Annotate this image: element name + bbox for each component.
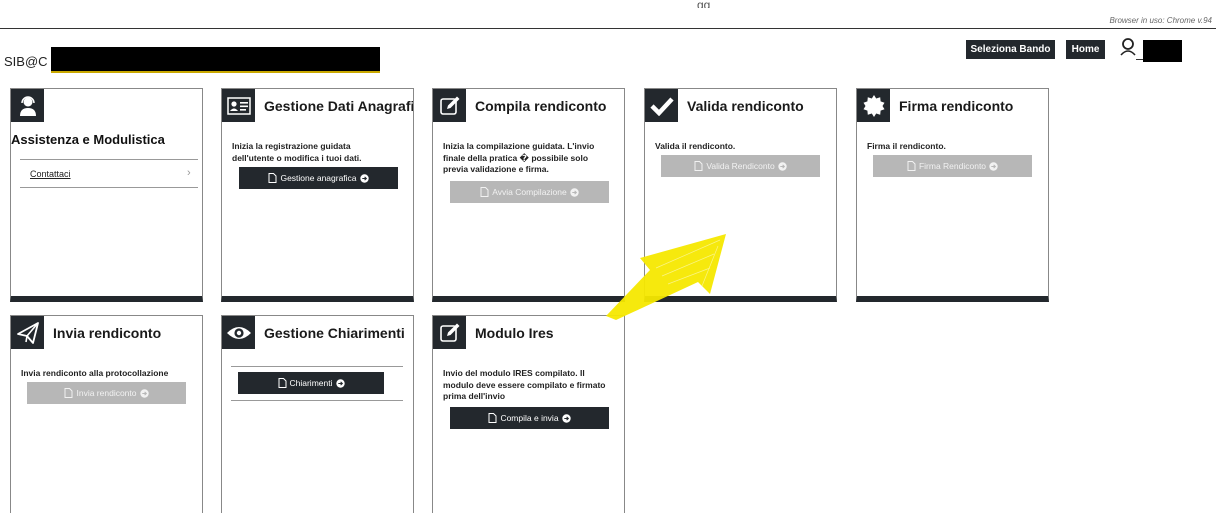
card-title: Assistenza e Modulistica xyxy=(11,132,165,147)
chevron-right-icon[interactable]: › xyxy=(187,167,191,179)
card-modulo-ires: Modulo Ires Invio del modulo IRES compil… xyxy=(432,315,625,513)
file-icon xyxy=(907,161,916,171)
edit-icon xyxy=(433,316,466,349)
card-description: Valida il rendiconto. xyxy=(655,141,735,153)
checkmark-icon xyxy=(645,89,678,122)
card-description: Inizia la registrazione guidata dell'ute… xyxy=(232,141,362,164)
arrow-circle-right-icon xyxy=(561,413,571,423)
desc-line: finale della pratica � possibile solo xyxy=(443,152,589,163)
card-firma-rendiconto: Firma rendiconto Firma il rendiconto. Fi… xyxy=(856,88,1049,302)
avvia-compilazione-button[interactable]: Avvia Compilazione xyxy=(450,181,609,203)
card-invia-rendiconto: Invia rendiconto Invia rendiconto alla p… xyxy=(10,315,203,513)
file-icon xyxy=(694,161,703,171)
support-agent-icon xyxy=(11,89,44,122)
divider xyxy=(231,366,403,367)
desc-line: Invia rendiconto alla protocollazione xyxy=(21,368,169,378)
desc-line: Inizia la registrazione guidata xyxy=(232,141,351,151)
arrow-circle-right-icon xyxy=(359,173,369,183)
card-title: Gestione Dati Anagrafici xyxy=(264,98,414,114)
button-label: Valida Rendiconto xyxy=(706,161,775,171)
arrow-circle-right-icon xyxy=(335,378,345,388)
button-label: Gestione anagrafica xyxy=(280,173,357,183)
gestione-anagrafica-button[interactable]: Gestione anagrafica xyxy=(239,167,398,189)
card-description: Invia rendiconto alla protocollazione xyxy=(21,368,168,380)
file-icon xyxy=(278,378,286,388)
desc-line: modulo deve essere compilato e firmato xyxy=(443,379,606,390)
user-icon[interactable] xyxy=(1120,38,1136,56)
desc-line: Firma il rendiconto. xyxy=(867,141,946,151)
header-divider xyxy=(0,28,1216,29)
button-label: Invia rendiconto xyxy=(76,388,137,398)
card-title: Compila rendiconto xyxy=(475,98,607,114)
id-card-icon xyxy=(222,89,255,122)
card-assistenza: Assistenza e Modulistica Contattaci › xyxy=(10,88,203,302)
desc-line: Invio del modulo IRES compilato. Il xyxy=(443,368,585,378)
redacted-username[interactable] xyxy=(1143,40,1182,62)
file-icon xyxy=(64,388,73,398)
card-description: Invio del modulo IRES compilato. Il modu… xyxy=(443,368,606,403)
card-description: Inizia la compilazione guidata. L'invio … xyxy=(443,141,594,176)
browser-info: Browser in uso: Chrome v.94 xyxy=(1109,16,1212,25)
card-compila-rendiconto: Compila rendiconto Inizia la compilazion… xyxy=(432,88,625,302)
valida-rendiconto-button[interactable]: Valida Rendiconto xyxy=(661,155,820,177)
redacted-brand-subtitle xyxy=(51,47,380,73)
divider xyxy=(231,400,403,401)
firma-rendiconto-button[interactable]: Firma Rendiconto xyxy=(873,155,1032,177)
arrow-circle-right-icon xyxy=(777,161,787,171)
desc-line: previa validazione e firma. xyxy=(443,164,549,174)
paper-plane-icon xyxy=(11,316,44,349)
seal-icon xyxy=(857,89,890,122)
edit-icon xyxy=(433,89,466,122)
card-title: Valida rendiconto xyxy=(687,98,804,114)
card-title: Gestione Chiarimenti xyxy=(264,325,405,341)
seleziona-bando-button[interactable]: Seleziona Bando xyxy=(966,40,1055,59)
button-label: Firma Rendiconto xyxy=(918,161,987,171)
card-title: Firma rendiconto xyxy=(899,98,1014,114)
invia-rendiconto-button[interactable]: Invia rendiconto xyxy=(27,382,186,404)
arrow-circle-right-icon xyxy=(570,187,579,197)
home-button[interactable]: Home xyxy=(1066,40,1105,59)
brand-name: SIB@C xyxy=(4,54,48,69)
card-title: Modulo Ires xyxy=(475,325,554,341)
desc-line: prima dell'invio xyxy=(443,391,506,401)
desc-line: dell'utente o modifica i tuoi dati. xyxy=(232,152,362,163)
button-label: Compila e invia xyxy=(500,413,559,423)
card-valida-rendiconto: Valida rendiconto Valida il rendiconto. … xyxy=(644,88,837,302)
compila-e-invia-button[interactable]: Compila e invia xyxy=(450,407,609,429)
eye-icon xyxy=(222,316,255,349)
desc-line: Inizia la compilazione guidata. L'invio xyxy=(443,141,595,151)
arrow-circle-right-icon xyxy=(989,161,998,171)
button-label: Chiarimenti xyxy=(289,378,333,388)
button-label: Avvia Compilazione xyxy=(492,187,567,197)
card-description: Firma il rendiconto. xyxy=(867,141,946,153)
card-gestione-anagrafica: Gestione Dati Anagrafici Inizia la regis… xyxy=(221,88,414,302)
divider xyxy=(20,187,198,188)
card-title: Invia rendiconto xyxy=(53,325,162,341)
desc-line: Valida il rendiconto. xyxy=(655,141,736,151)
arrow-circle-right-icon xyxy=(139,388,149,398)
card-gestione-chiarimenti: Gestione Chiarimenti Chiarimenti xyxy=(221,315,414,513)
file-icon xyxy=(488,413,497,423)
chiarimenti-button[interactable]: Chiarimenti xyxy=(238,372,384,394)
file-icon xyxy=(480,187,489,197)
top-cropped-text: gg xyxy=(697,0,711,8)
divider xyxy=(20,159,198,160)
file-icon xyxy=(268,173,277,183)
contattaci-link[interactable]: Contattaci xyxy=(30,169,71,179)
